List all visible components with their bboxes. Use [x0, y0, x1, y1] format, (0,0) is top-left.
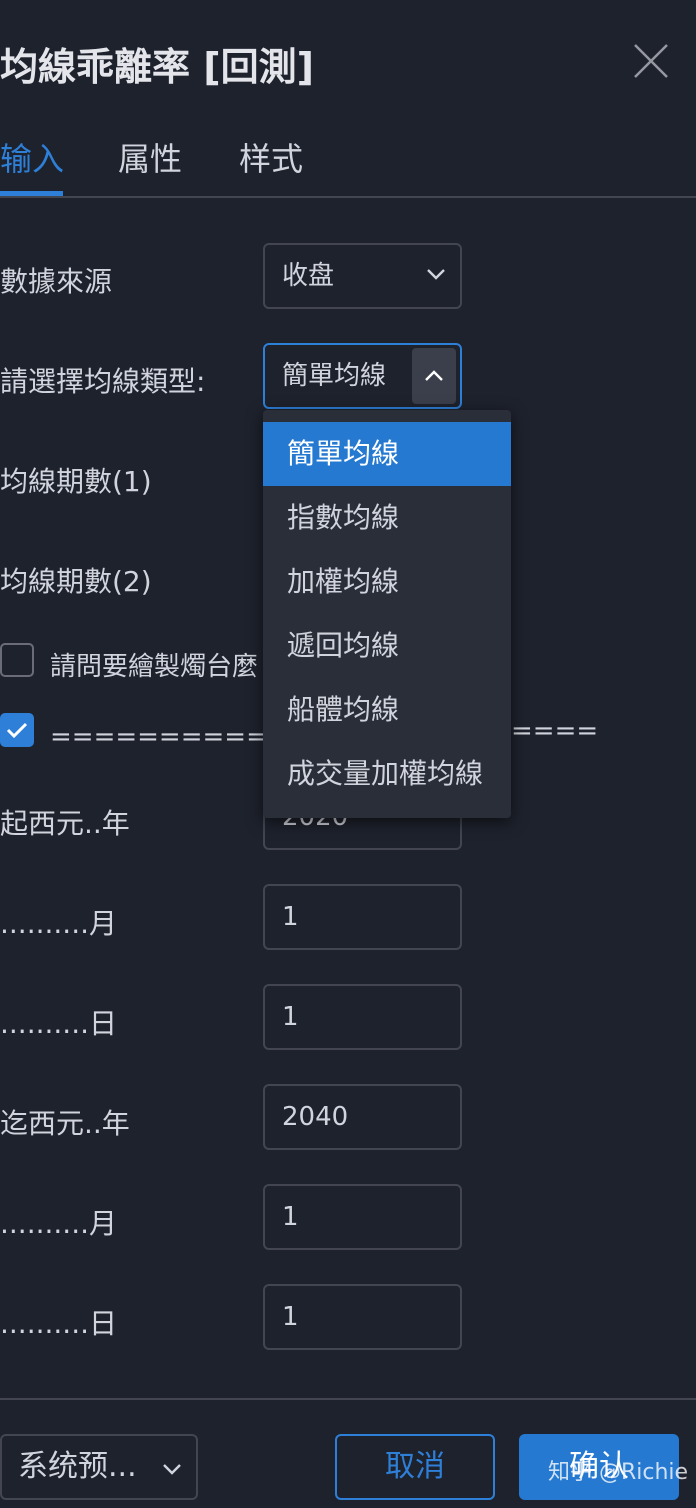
end-day-input[interactable]: 1 — [263, 1284, 462, 1350]
watermark-text: 知乎 @Richie — [548, 1460, 689, 1485]
dropdown-option-recursive[interactable]: 遞回均線 — [263, 614, 511, 678]
source-select-value: 收盘 — [282, 261, 335, 291]
ma-type-select[interactable]: 簡單均線 — [263, 343, 462, 409]
start-month-label: ..........月 — [0, 907, 118, 940]
tab-inputs[interactable]: 输入 — [0, 134, 64, 180]
tab-bar: 输入 属性 样式 — [0, 128, 696, 198]
dropdown-option-simple[interactable]: 簡單均線 — [263, 422, 511, 486]
end-day-label: ..........日 — [0, 1307, 118, 1340]
chevron-down-icon — [427, 269, 445, 280]
end-year-input[interactable]: 2040 — [263, 1084, 462, 1150]
end-month-input[interactable]: 1 — [263, 1184, 462, 1250]
ma-type-label: 請選擇均線類型: — [0, 365, 206, 398]
end-year-label: 迄西元..年 — [0, 1107, 130, 1140]
source-label: 數據來源 — [0, 265, 113, 298]
filter-checkbox[interactable] — [0, 713, 34, 747]
dropdown-option-volume-weighted[interactable]: 成交量加權均線 — [263, 742, 511, 806]
start-day-input[interactable]: 1 — [263, 984, 462, 1050]
chevron-down-icon — [163, 1464, 181, 1475]
start-year-label: 起西元..年 — [0, 807, 130, 840]
active-tab-indicator — [0, 191, 63, 196]
ma-type-select-value: 簡單均線 — [282, 361, 387, 391]
tab-style[interactable]: 样式 — [239, 134, 303, 180]
period1-label: 均線期數(1) — [0, 465, 152, 498]
period2-label: 均線期數(2) — [0, 565, 152, 598]
dropdown-option-weighted[interactable]: 加權均線 — [263, 550, 511, 614]
cancel-button[interactable]: 取消 — [335, 1434, 495, 1500]
start-month-input[interactable]: 1 — [263, 884, 462, 950]
defaults-button-label: 系统预... — [18, 1449, 137, 1484]
defaults-button[interactable]: 系统预... — [0, 1434, 198, 1500]
start-day-label: ..........日 — [0, 1007, 118, 1040]
close-icon[interactable] — [632, 42, 670, 80]
tab-properties[interactable]: 属性 — [118, 134, 182, 180]
source-select[interactable]: 收盘 — [263, 243, 462, 309]
dropdown-option-hull[interactable]: 船體均線 — [263, 678, 511, 742]
dialog-title: 均線乖離率 [回測] — [0, 45, 314, 89]
draw-candles-checkbox[interactable] — [0, 643, 34, 677]
filter-label-tail: ==== — [511, 716, 599, 746]
check-icon — [6, 722, 28, 739]
end-month-label: ..........月 — [0, 1207, 118, 1240]
ma-type-dropdown: 簡單均線 指數均線 加權均線 遞回均線 船體均線 成交量加權均線 — [263, 410, 511, 818]
chevron-up-icon[interactable] — [412, 348, 456, 404]
footer-divider — [0, 1398, 696, 1400]
dropdown-option-exponential[interactable]: 指數均線 — [263, 486, 511, 550]
draw-candles-label: 請問要繪製燭台麼 — [50, 652, 259, 682]
